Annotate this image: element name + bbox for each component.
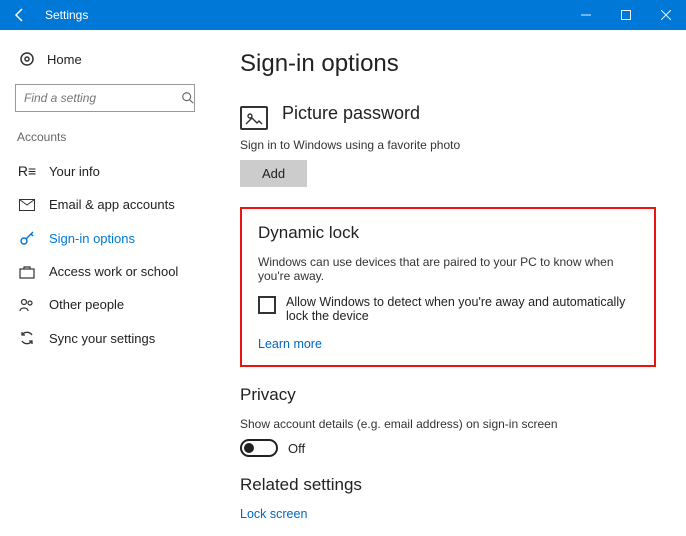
titlebar: Settings — [0, 0, 686, 30]
sidebar-item-your-info[interactable]: R≡ Your info — [15, 154, 210, 188]
search-input[interactable] — [15, 84, 195, 112]
picture-icon — [240, 106, 268, 130]
search-icon — [181, 91, 195, 105]
person-icon: R≡ — [19, 163, 35, 179]
sidebar-category: Accounts — [17, 130, 210, 144]
sidebar-item-label: Sync your settings — [49, 331, 155, 346]
mail-icon — [19, 199, 35, 211]
people-icon — [19, 298, 35, 312]
key-icon — [19, 230, 35, 246]
related-heading: Related settings — [240, 475, 656, 495]
briefcase-icon — [19, 265, 35, 279]
content: Sign-in options Picture password Sign in… — [210, 30, 686, 536]
search-field[interactable] — [24, 91, 181, 105]
sidebar-item-label: Your info — [49, 164, 100, 179]
sidebar-nav: R≡ Your info Email & app accounts Sign-i… — [15, 154, 210, 355]
sidebar-item-other-people[interactable]: Other people — [15, 288, 210, 321]
maximize-button[interactable] — [606, 0, 646, 30]
dynamic-lock-checkbox-row[interactable]: Allow Windows to detect when you're away… — [258, 295, 638, 323]
checkbox[interactable] — [258, 296, 276, 314]
picture-password-row: Picture password — [240, 103, 656, 132]
close-button[interactable] — [646, 0, 686, 30]
learn-more-link[interactable]: Learn more — [258, 337, 638, 351]
home-link[interactable]: Home — [15, 45, 210, 79]
privacy-toggle[interactable] — [240, 439, 278, 457]
sidebar-item-email[interactable]: Email & app accounts — [15, 188, 210, 221]
minimize-button[interactable] — [566, 0, 606, 30]
privacy-desc: Show account details (e.g. email address… — [240, 417, 656, 431]
home-label: Home — [47, 52, 82, 67]
privacy-toggle-state: Off — [288, 441, 305, 456]
sync-icon — [19, 330, 35, 346]
sidebar-item-signin[interactable]: Sign-in options — [15, 221, 210, 255]
privacy-toggle-row: Off — [240, 439, 656, 457]
picture-password-desc: Sign in to Windows using a favorite phot… — [240, 138, 656, 152]
dynamic-lock-heading: Dynamic lock — [258, 223, 638, 243]
window-title: Settings — [40, 8, 88, 22]
gear-icon — [19, 51, 35, 67]
privacy-heading: Privacy — [240, 385, 656, 405]
sidebar-item-sync[interactable]: Sync your settings — [15, 321, 210, 355]
sidebar: Home Accounts R≡ Your info Email & app a… — [0, 30, 210, 536]
lock-screen-link[interactable]: Lock screen — [240, 507, 656, 521]
dynamic-lock-highlight: Dynamic lock Windows can use devices tha… — [240, 207, 656, 367]
back-button[interactable] — [0, 0, 40, 30]
picture-password-heading: Picture password — [282, 103, 420, 124]
sidebar-item-label: Access work or school — [49, 264, 178, 279]
sidebar-item-label: Email & app accounts — [49, 197, 175, 212]
dynamic-lock-checkbox-label: Allow Windows to detect when you're away… — [286, 295, 638, 323]
sidebar-item-label: Sign-in options — [49, 231, 135, 246]
dynamic-lock-desc: Windows can use devices that are paired … — [258, 255, 638, 283]
add-button[interactable]: Add — [240, 160, 307, 187]
sidebar-item-label: Other people — [49, 297, 124, 312]
page-title: Sign-in options — [240, 50, 656, 78]
sidebar-item-work[interactable]: Access work or school — [15, 255, 210, 288]
